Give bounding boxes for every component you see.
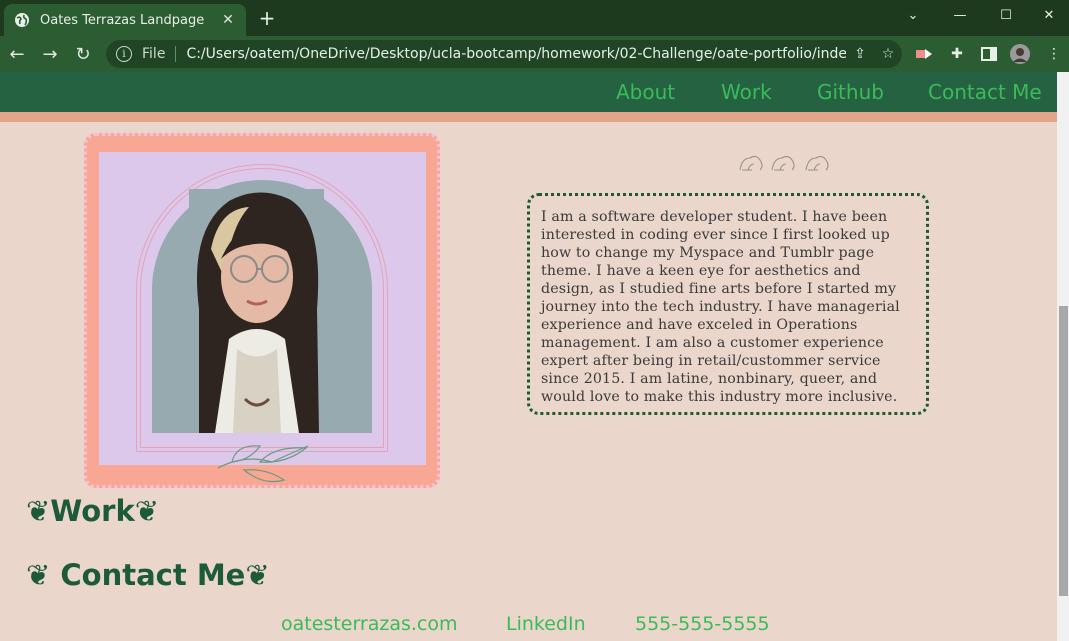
back-icon[interactable]: ← [4, 42, 30, 66]
globe-icon [15, 13, 29, 27]
sidepanel-icon[interactable] [978, 44, 1000, 64]
nav-contact-link[interactable]: Contact Me [928, 80, 1042, 104]
minimize-icon[interactable]: — [937, 0, 983, 30]
maximize-icon[interactable]: ☐ [983, 0, 1029, 30]
phone-link[interactable]: 555-555-5555 [635, 613, 770, 635]
work-section-title: ❦Work❦ [26, 494, 160, 528]
profile-avatar[interactable] [1009, 44, 1031, 64]
scrollbar-thumb[interactable] [1059, 306, 1068, 596]
reload-icon[interactable]: ↻ [70, 42, 96, 66]
linkedin-link[interactable]: LinkedIn [506, 613, 586, 635]
close-tab-icon[interactable]: ✕ [220, 12, 236, 28]
leaf-ornament-icon [217, 445, 309, 483]
nav-github-link[interactable]: Github [817, 80, 884, 104]
website-link[interactable]: oatesterrazas.com [281, 613, 458, 635]
address-divider [175, 46, 177, 62]
forward-icon[interactable]: → [37, 42, 63, 66]
extension-icon[interactable] [913, 44, 935, 64]
portrait-photo [189, 189, 324, 433]
frog-ornament-icons [739, 155, 829, 171]
nav-about-link[interactable]: About [616, 80, 675, 104]
browser-tab[interactable]: Oates Terrazas Landpage ✕ [4, 4, 246, 36]
bookmark-star-icon[interactable]: ☆ [874, 46, 902, 62]
site-header [0, 72, 1069, 112]
puzzle-icon[interactable]: ✚ [946, 44, 968, 64]
address-bar[interactable]: i File C:/Users/oatem/OneDrive/Desktop/u… [106, 40, 902, 68]
menu-kebab-icon[interactable]: ⋮ [1043, 44, 1065, 64]
browser-tabbar: Oates Terrazas Landpage ✕ + ⌄ — ☐ ✕ [0, 0, 1069, 36]
tab-search-icon[interactable]: ⌄ [890, 0, 936, 30]
about-bio-box: I am a software developer student. I hav… [527, 193, 929, 415]
tab-title: Oates Terrazas Landpage [40, 12, 205, 28]
address-url[interactable]: C:/Users/oatem/OneDrive/Desktop/ucla-boo… [186, 46, 846, 62]
info-icon[interactable]: i [116, 46, 132, 62]
new-tab-icon[interactable]: + [256, 7, 278, 29]
contact-section-title: ❦ Contact Me❦ [26, 558, 270, 592]
nav-work-link[interactable]: Work [721, 80, 772, 104]
share-icon[interactable]: ⇪ [846, 46, 874, 62]
browser-toolbar: ← → ↻ i File C:/Users/oatem/OneDrive/Des… [0, 36, 1069, 72]
header-accent-stripe [0, 112, 1069, 122]
address-scheme-label: File [142, 46, 166, 62]
window-close-icon[interactable]: ✕ [1026, 0, 1069, 30]
